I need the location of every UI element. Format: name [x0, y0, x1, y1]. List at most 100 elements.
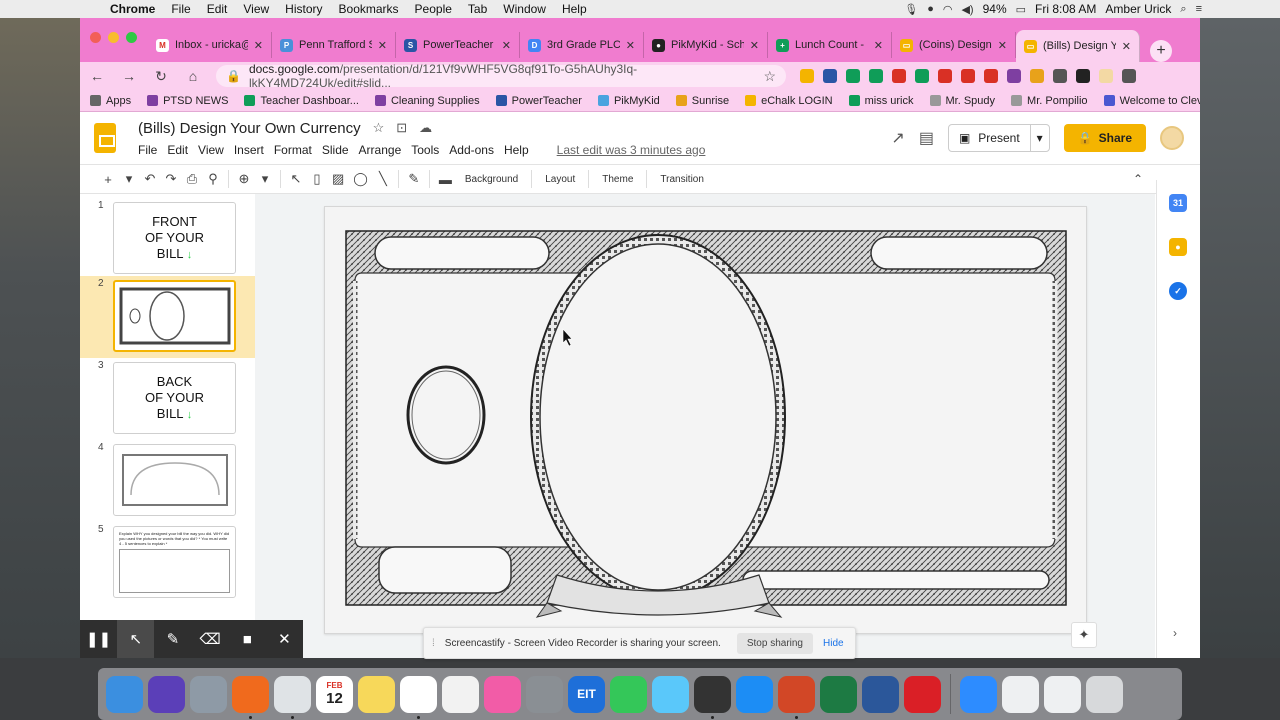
- slide-canvas[interactable]: [324, 206, 1087, 634]
- layout-button[interactable]: Layout: [541, 174, 579, 185]
- bookmark-item[interactable]: eChalk LOGIN: [745, 95, 833, 107]
- menu-edit[interactable]: Edit: [199, 2, 236, 16]
- reload-icon[interactable]: ↻: [152, 68, 170, 85]
- explore-icon[interactable]: ✦: [1071, 622, 1097, 648]
- star-icon[interactable]: ☆: [373, 120, 385, 136]
- undo-icon[interactable]: ↶: [144, 171, 156, 187]
- keep-icon[interactable]: ●: [1169, 238, 1187, 256]
- zoom-icon[interactable]: [960, 675, 997, 713]
- facetime-icon[interactable]: [610, 675, 647, 713]
- eraser-icon[interactable]: ⌫: [192, 620, 229, 658]
- address-bar[interactable]: 🔒 docs.google.com/presentation/d/121Vf9v…: [216, 62, 786, 90]
- slide-thumbnail[interactable]: [113, 444, 236, 516]
- creative-cloud-icon[interactable]: [904, 675, 941, 713]
- slides-menu-view[interactable]: View: [198, 143, 224, 157]
- menu-app-name[interactable]: Chrome: [102, 2, 163, 16]
- cloud-status-icon[interactable]: ☁: [419, 120, 432, 136]
- slides-menu-help[interactable]: Help: [504, 143, 529, 157]
- pause-icon[interactable]: ❚❚: [80, 620, 117, 658]
- menu-file[interactable]: File: [163, 2, 198, 16]
- activity-icon[interactable]: ↗: [891, 128, 904, 148]
- comment-icon[interactable]: ✎: [408, 171, 420, 187]
- comments-icon[interactable]: ▤: [919, 128, 934, 148]
- close-window-button[interactable]: [90, 32, 101, 43]
- close-icon[interactable]: ✕: [266, 620, 303, 658]
- bookmark-item[interactable]: Teacher Dashboar...: [244, 95, 359, 107]
- slides-menu-addons[interactable]: Add-ons: [449, 143, 494, 157]
- word-icon[interactable]: [862, 675, 899, 713]
- battery-icon[interactable]: ▭: [1016, 3, 1026, 16]
- new-slide-dropdown-icon[interactable]: ▾: [123, 171, 135, 187]
- present-dropdown-icon[interactable]: ▾: [1031, 131, 1049, 145]
- bookmark-item[interactable]: PikMyKid: [597, 95, 660, 107]
- slide-thumbnail-row[interactable]: 1 FRONT OF YOUR BILL ↓: [80, 198, 255, 280]
- theme-button[interactable]: Theme: [598, 174, 637, 185]
- new-slide-icon[interactable]: +: [102, 172, 114, 187]
- slides-menu-arrange[interactable]: Arrange: [359, 143, 402, 157]
- menu-help[interactable]: Help: [554, 2, 595, 16]
- browser-tab[interactable]: ▭ (Coins) Design ✕: [892, 32, 1016, 58]
- tab-close-icon[interactable]: ✕: [502, 39, 511, 52]
- firefox-icon[interactable]: [232, 675, 269, 719]
- text-box-icon[interactable]: ▯: [311, 171, 323, 187]
- bookmark-item[interactable]: Welcome to Cleve...: [1103, 95, 1200, 107]
- browser-tab[interactable]: D 3rd Grade PLC ✕: [520, 32, 644, 58]
- extension-icon[interactable]: [892, 69, 906, 83]
- bookmark-star-icon[interactable]: ☆: [763, 68, 776, 85]
- slides-menu-edit[interactable]: Edit: [167, 143, 188, 157]
- extension-icon[interactable]: [869, 69, 883, 83]
- extension-icon[interactable]: [1076, 69, 1090, 83]
- cursor-tool-icon[interactable]: ↖: [117, 620, 155, 658]
- slide-thumbnail[interactable]: [113, 280, 236, 352]
- finder-icon[interactable]: [106, 675, 143, 713]
- extension-icon[interactable]: [1099, 69, 1113, 83]
- slides-menu-insert[interactable]: Insert: [234, 143, 264, 157]
- paint-format-icon[interactable]: ⚲: [207, 171, 219, 187]
- extension-icon[interactable]: [800, 69, 814, 83]
- tab-close-icon[interactable]: ✕: [626, 39, 635, 52]
- calendar-icon[interactable]: 31: [1169, 194, 1187, 212]
- extension-icon[interactable]: [846, 69, 860, 83]
- volume-icon[interactable]: ◀): [961, 3, 973, 16]
- extension-icon[interactable]: [915, 69, 929, 83]
- acrobat-icon[interactable]: [694, 675, 731, 719]
- tab-close-icon[interactable]: ✕: [378, 39, 387, 52]
- extension-icon[interactable]: [961, 69, 975, 83]
- slides-menu-file[interactable]: File: [138, 143, 157, 157]
- extension-icon[interactable]: [1007, 69, 1021, 83]
- move-folder-icon[interactable]: ⊡: [396, 120, 407, 136]
- slide-thumbnail[interactable]: FRONT OF YOUR BILL ↓: [113, 202, 236, 274]
- tab-close-icon[interactable]: ✕: [750, 39, 759, 52]
- menu-people[interactable]: People: [407, 2, 460, 16]
- select-tool-icon[interactable]: ↖: [290, 171, 302, 187]
- menu-tab[interactable]: Tab: [460, 2, 495, 16]
- spotlight-icon[interactable]: ⌕: [1180, 3, 1186, 16]
- slides-menu-slide[interactable]: Slide: [322, 143, 349, 157]
- siri-icon[interactable]: [148, 675, 185, 713]
- tab-close-icon[interactable]: ✕: [1122, 40, 1131, 53]
- minimize-window-button[interactable]: [108, 32, 119, 43]
- itunes-icon[interactable]: [484, 675, 521, 713]
- slide-thumbnail[interactable]: Explain WHY you designed your bill the w…: [113, 526, 236, 598]
- tab-close-icon[interactable]: ✕: [254, 39, 263, 52]
- browser-tab[interactable]: S PowerTeacher ✕: [396, 32, 520, 58]
- reminders-icon[interactable]: [400, 675, 437, 719]
- tab-close-icon[interactable]: ✕: [998, 39, 1007, 52]
- browser-tab[interactable]: M Inbox - uricka@ ✕: [148, 32, 272, 58]
- extension-icon[interactable]: [938, 69, 952, 83]
- stop-sharing-button[interactable]: Stop sharing: [736, 632, 813, 654]
- collapse-toolbar-icon[interactable]: ⌃: [1132, 172, 1144, 186]
- extension-icon[interactable]: [823, 69, 837, 83]
- slide-thumbnail[interactable]: BACK OF YOUR BILL ↓: [113, 362, 236, 434]
- excel-icon[interactable]: [820, 675, 857, 713]
- bookmark-item[interactable]: PTSD NEWS: [147, 95, 228, 107]
- system-preferences-icon[interactable]: [526, 675, 563, 713]
- zoom-dropdown-icon[interactable]: ▾: [259, 171, 271, 187]
- eit-icon[interactable]: EIT: [568, 675, 605, 713]
- bookmark-item[interactable]: Mr. Spudy: [929, 95, 995, 107]
- messages-icon[interactable]: [652, 675, 689, 713]
- present-button[interactable]: ▣ Present ▾: [947, 124, 1050, 152]
- last-edit-link[interactable]: Last edit was 3 minutes ago: [557, 143, 706, 157]
- print-icon[interactable]: ⎙: [186, 171, 198, 187]
- document-title[interactable]: (Bills) Design Your Own Currency: [138, 120, 361, 137]
